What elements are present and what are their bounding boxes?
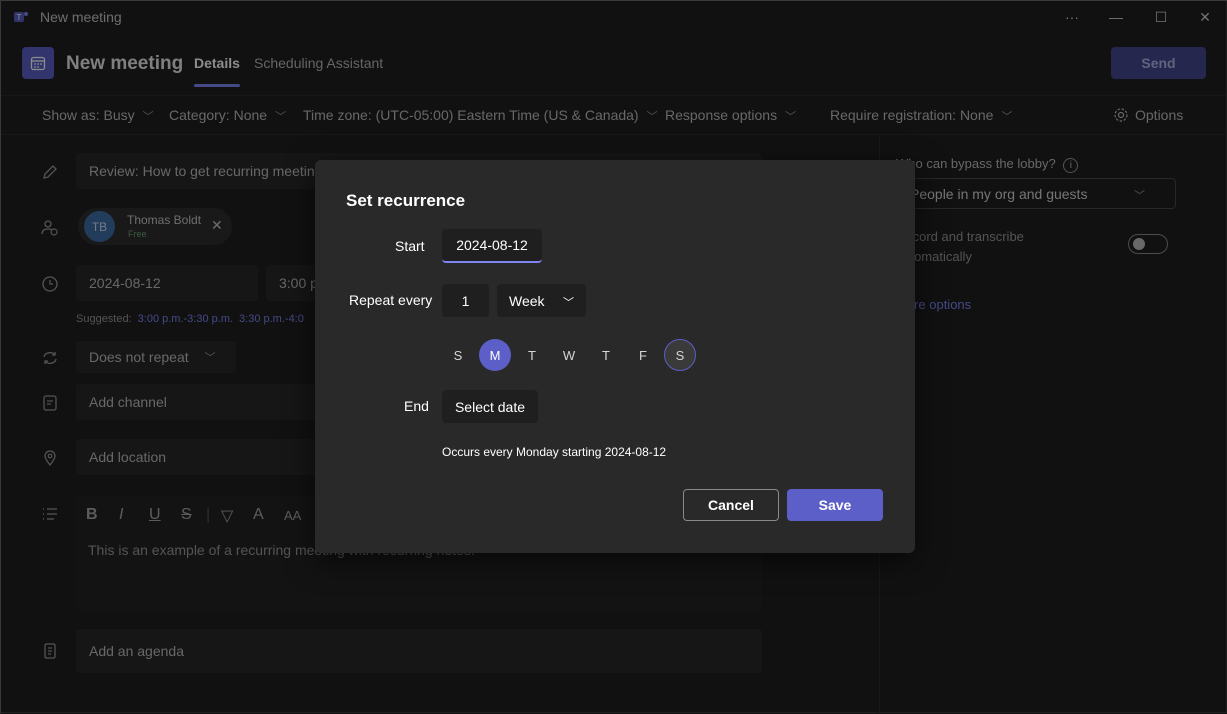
day-toggle-monday[interactable]: M <box>479 339 511 371</box>
end-date-picker[interactable]: Select date <box>442 390 538 423</box>
day-toggle-friday[interactable]: F <box>627 339 659 371</box>
recurrence-start-date-input[interactable]: 2024-08-12 <box>442 229 542 263</box>
repeat-count-input[interactable]: 1 <box>442 284 489 317</box>
day-toggle-saturday[interactable]: S <box>664 339 696 371</box>
set-recurrence-dialog: Set recurrence Start 2024-08-12 Repeat e… <box>315 160 915 553</box>
dialog-title: Set recurrence <box>346 191 466 210</box>
start-label: Start <box>395 238 425 254</box>
end-label: End <box>404 398 429 414</box>
save-button[interactable]: Save <box>787 489 883 521</box>
cancel-button[interactable]: Cancel <box>683 489 779 521</box>
repeat-unit-dropdown[interactable]: Week ﹀ <box>497 284 586 317</box>
repeat-unit-value: Week <box>509 292 545 309</box>
day-toggle-tuesday[interactable]: T <box>516 339 548 371</box>
end-date-value: Select date <box>454 398 526 415</box>
day-toggle-thursday[interactable]: T <box>590 339 622 371</box>
repeat-every-label: Repeat every <box>349 292 433 308</box>
recurrence-start-value: 2024-08-12 <box>456 237 528 253</box>
day-toggle-sunday[interactable]: S <box>442 339 474 371</box>
app-window: T New meeting ··· — ☐ ✕ New meeting Deta… <box>0 0 1227 714</box>
repeat-count-value: 1 <box>461 292 470 309</box>
day-toggle-wednesday[interactable]: W <box>553 339 585 371</box>
chevron-down-icon: ﹀ <box>563 297 574 309</box>
recurrence-summary: Occurs every Monday starting 2024-08-12 <box>442 445 667 459</box>
